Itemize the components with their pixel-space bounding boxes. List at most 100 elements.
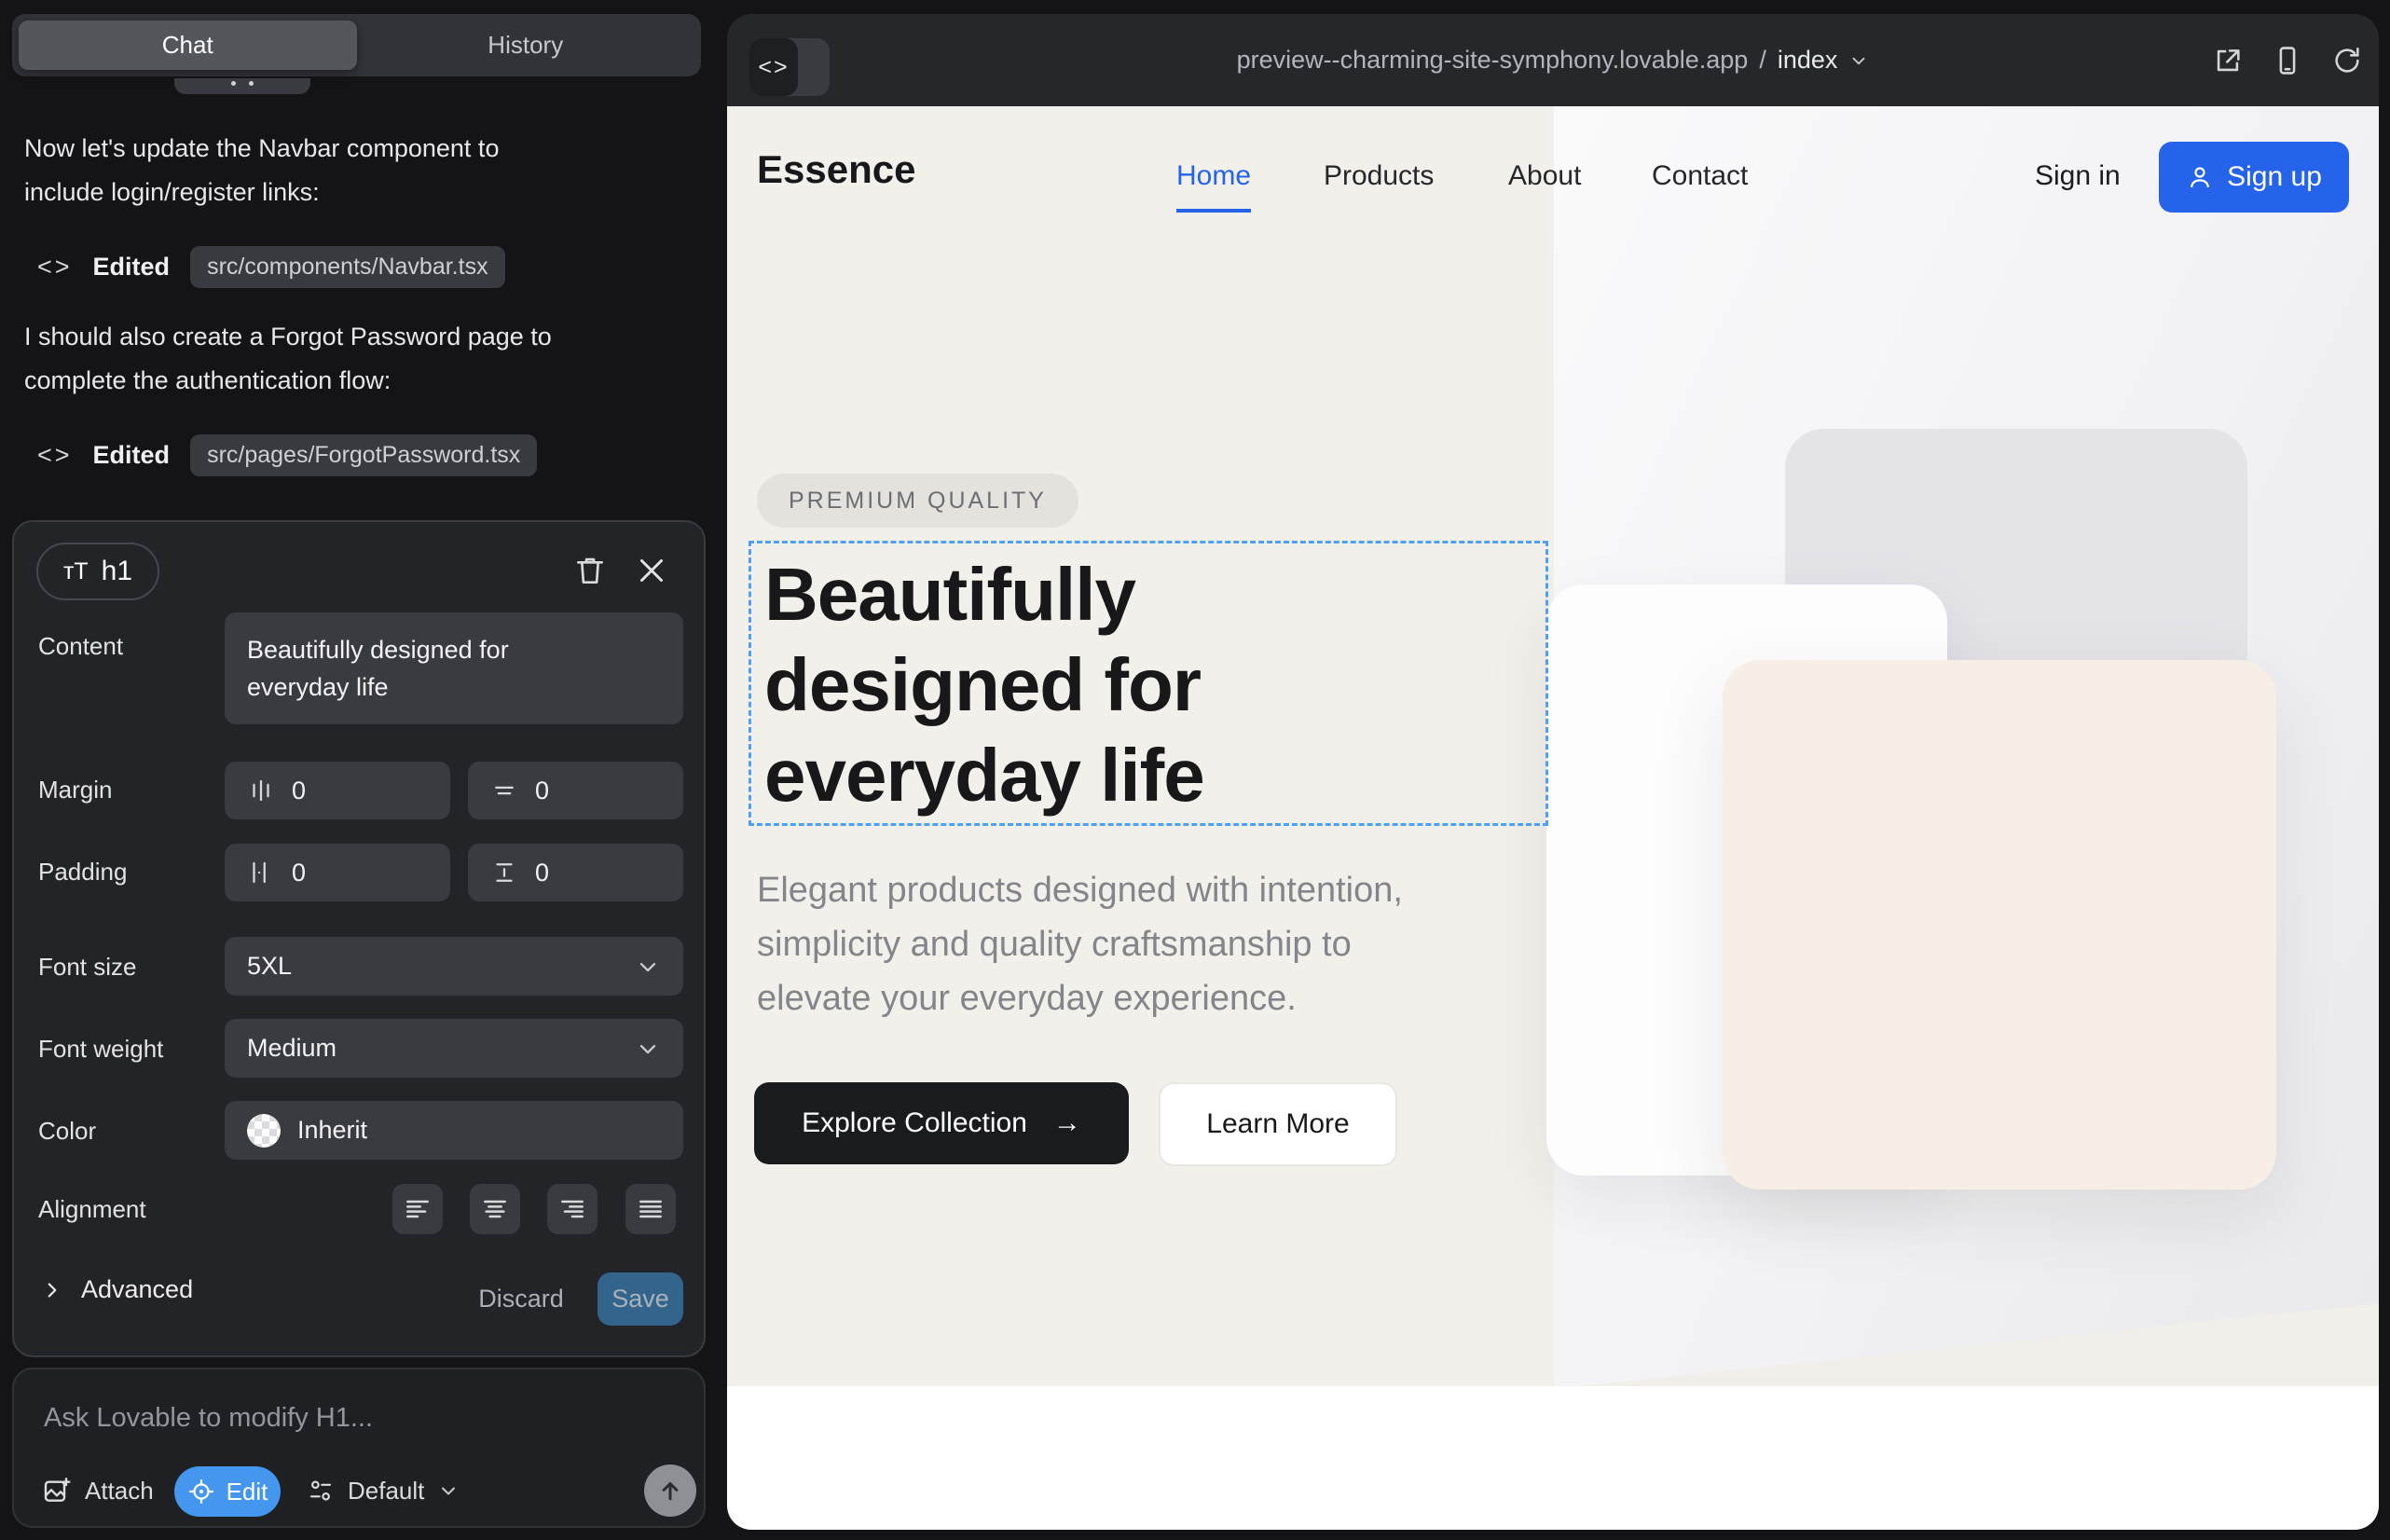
- nav-link-home[interactable]: Home: [1176, 160, 1251, 213]
- font-size-value: 5XL: [247, 952, 292, 981]
- send-button[interactable]: [644, 1464, 696, 1517]
- color-swatch: [247, 1114, 281, 1148]
- font-size-label: Font size: [38, 953, 137, 982]
- padding-vertical-icon: [490, 859, 518, 887]
- element-tag-name: h1: [102, 556, 132, 587]
- mobile-view-button[interactable]: [2269, 42, 2306, 79]
- attach-label: Attach: [85, 1477, 154, 1506]
- refresh-button[interactable]: [2328, 42, 2366, 79]
- refresh-icon: [2331, 45, 2363, 76]
- sign-up-button[interactable]: Sign up: [2159, 142, 2349, 213]
- chat-message-line: I should also create a Forgot Password p…: [24, 315, 667, 359]
- chevron-down-icon: [437, 1479, 460, 1502]
- arrow-right-icon: →: [1053, 1107, 1081, 1139]
- hero-shape-beige-card: [1723, 660, 2276, 1189]
- clipped-badge: [174, 78, 310, 94]
- color-select[interactable]: Inherit: [225, 1101, 683, 1160]
- edited-file-row: <> Edited src/components/Navbar.tsx: [37, 242, 505, 291]
- edited-label: Edited: [93, 441, 171, 470]
- attach-button[interactable]: Attach: [42, 1464, 154, 1517]
- element-editor-panel: тT h1 Content Beautifully designed for e…: [12, 520, 706, 1357]
- learn-more-button[interactable]: Learn More: [1159, 1082, 1397, 1166]
- nav-link-products[interactable]: Products: [1324, 160, 1434, 192]
- padding-horizontal-input[interactable]: 0: [225, 844, 450, 901]
- align-center-button[interactable]: [470, 1184, 520, 1234]
- color-label: Color: [38, 1117, 96, 1146]
- align-justify-button[interactable]: [625, 1184, 676, 1234]
- content-input[interactable]: Beautifully designed for everyday life: [225, 612, 683, 724]
- discard-button[interactable]: Discard: [473, 1272, 570, 1326]
- delete-element-button[interactable]: [568, 548, 612, 593]
- font-size-select[interactable]: 5XL: [225, 937, 683, 996]
- type-icon: тT: [63, 558, 89, 585]
- page-selector[interactable]: index: [1778, 46, 1838, 75]
- content-value-line: Beautifully designed for: [247, 631, 509, 668]
- nav-link-about[interactable]: About: [1508, 160, 1581, 192]
- margin-horizontal-value: 0: [292, 777, 306, 805]
- chat-message: Now let's update the Navbar component to…: [24, 127, 667, 214]
- site-viewport: Essence Home Products About Contact Sign…: [727, 106, 2379, 1530]
- arrow-up-icon: [656, 1477, 684, 1505]
- chevron-down-icon[interactable]: [1848, 50, 1869, 71]
- padding-horizontal-value: 0: [292, 859, 306, 887]
- image-plus-icon: [42, 1476, 72, 1506]
- chat-history-tabs: Chat History: [12, 14, 701, 76]
- close-panel-button[interactable]: [629, 548, 674, 593]
- padding-label: Padding: [38, 858, 127, 887]
- site-brand[interactable]: Essence: [757, 147, 915, 192]
- sliders-icon: [307, 1477, 335, 1505]
- margin-vertical-input[interactable]: 0: [468, 762, 683, 819]
- content-value-line: everyday life: [247, 668, 389, 706]
- chevron-right-icon: [40, 1278, 64, 1302]
- color-value: Inherit: [297, 1116, 367, 1145]
- save-button[interactable]: Save: [598, 1272, 683, 1326]
- align-right-button[interactable]: [547, 1184, 598, 1234]
- nav-link-contact[interactable]: Contact: [1652, 160, 1748, 192]
- hero-headline: Beautifully designed for everyday life: [764, 549, 1204, 820]
- url-separator: /: [1759, 46, 1766, 75]
- explore-collection-label: Explore Collection: [802, 1107, 1027, 1139]
- margin-horizontal-input[interactable]: 0: [225, 762, 450, 819]
- padding-vertical-value: 0: [535, 859, 549, 887]
- code-icon: <>: [37, 441, 73, 470]
- align-left-button[interactable]: [392, 1184, 443, 1234]
- margin-label: Margin: [38, 776, 112, 804]
- font-weight-select[interactable]: Medium: [225, 1019, 683, 1078]
- chevron-down-icon: [635, 954, 661, 980]
- chevron-down-icon: [635, 1036, 661, 1062]
- chat-message-line: Now let's update the Navbar component to: [24, 127, 667, 171]
- sign-in-link[interactable]: Sign in: [2035, 160, 2121, 192]
- sign-up-label: Sign up: [2227, 161, 2322, 193]
- padding-vertical-input[interactable]: 0: [468, 844, 683, 901]
- alignment-label: Alignment: [38, 1195, 146, 1224]
- element-tag-pill: тT h1: [36, 543, 159, 600]
- premium-quality-badge: PREMIUM QUALITY: [757, 474, 1078, 528]
- font-weight-value: Medium: [247, 1034, 337, 1063]
- tab-chat[interactable]: Chat: [19, 21, 357, 70]
- tab-history[interactable]: History: [357, 21, 695, 70]
- open-external-button[interactable]: [2209, 42, 2246, 79]
- edit-label: Edit: [227, 1478, 268, 1506]
- advanced-label: Advanced: [81, 1275, 193, 1304]
- preview-url-bar: preview--charming-site-symphony.lovable.…: [727, 14, 2379, 106]
- align-left-icon: [403, 1194, 433, 1224]
- default-label: Default: [348, 1477, 424, 1506]
- preview-pane: <> preview--charming-site-symphony.lovab…: [727, 14, 2379, 1530]
- edit-mode-button[interactable]: Edit: [174, 1466, 281, 1517]
- user-icon: [2186, 163, 2214, 191]
- align-center-icon: [480, 1194, 510, 1224]
- margin-horizontal-icon: [247, 777, 275, 804]
- explore-collection-button[interactable]: Explore Collection →: [754, 1082, 1129, 1164]
- font-weight-label: Font weight: [38, 1035, 163, 1064]
- selected-h1-element[interactable]: Beautifully designed for everyday life: [749, 541, 1548, 826]
- composer-input[interactable]: Ask Lovable to modify H1...: [44, 1403, 373, 1434]
- default-mode-button[interactable]: Default: [307, 1464, 460, 1517]
- chat-message-line: complete the authentication flow:: [24, 359, 667, 403]
- file-badge[interactable]: src/pages/ForgotPassword.tsx: [190, 434, 537, 476]
- lovable-editor-screen: Chat History Now let's update the Navbar…: [0, 0, 2390, 1540]
- edited-file-row: <> Edited src/pages/ForgotPassword.tsx: [37, 431, 537, 479]
- file-badge[interactable]: src/components/Navbar.tsx: [190, 246, 505, 288]
- advanced-toggle[interactable]: Advanced: [40, 1275, 193, 1304]
- margin-vertical-value: 0: [535, 777, 549, 805]
- preview-url: preview--charming-site-symphony.lovable.…: [1237, 46, 1749, 75]
